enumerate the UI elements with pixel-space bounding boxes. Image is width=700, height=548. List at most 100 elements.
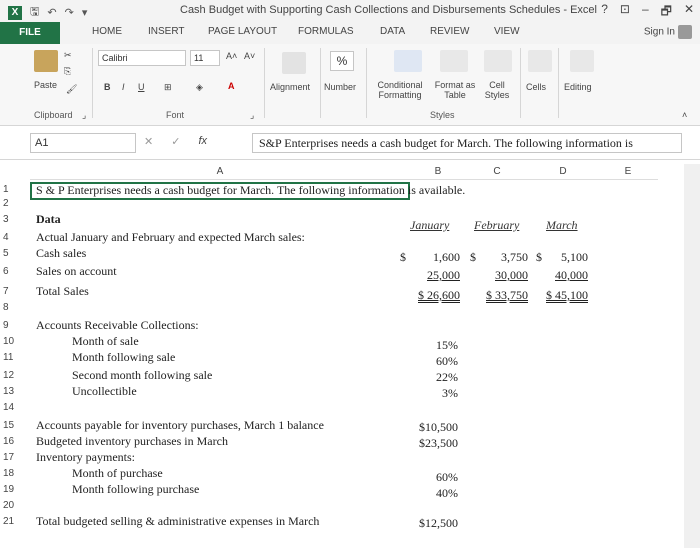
cell-styles-icon[interactable] [484, 50, 512, 72]
row-header[interactable]: 8 [0, 302, 28, 313]
cell-a21[interactable]: Total budgeted selling & administrative … [36, 514, 319, 529]
cell-c7[interactable]: $ 33,750 [468, 288, 528, 303]
column-header-d[interactable]: D [528, 164, 598, 180]
cell-c3[interactable]: February [474, 218, 519, 233]
cell-a5[interactable]: Cash sales [36, 246, 86, 261]
grow-font-button[interactable]: A˄ [226, 51, 237, 61]
cell-b5[interactable]: 1,600 [420, 250, 460, 265]
cell-b3[interactable]: January [410, 218, 449, 233]
sign-in-link[interactable]: Sign In [644, 25, 692, 39]
paste-button[interactable]: Paste [34, 80, 57, 90]
cell-a3[interactable]: Data [36, 212, 61, 227]
cell-d5[interactable]: 5,100 [548, 250, 588, 265]
minimize-button[interactable]: – [642, 2, 649, 23]
row-header[interactable]: 7 [0, 286, 28, 297]
tab-file[interactable]: FILE [0, 22, 60, 44]
enter-icon[interactable]: ✓ [171, 135, 180, 148]
row-header[interactable]: 16 [0, 436, 28, 447]
cell-b12[interactable]: 22% [420, 370, 458, 385]
row-header[interactable]: 1 [0, 184, 28, 195]
cell-a10[interactable]: Month of sale [72, 334, 139, 349]
help-button[interactable]: ? [601, 2, 608, 23]
tab-home[interactable]: HOME [92, 26, 122, 37]
name-box[interactable]: A1 [30, 133, 136, 153]
cell-d6[interactable]: 40,000 [538, 268, 588, 283]
row-header[interactable]: 21 [0, 516, 28, 527]
cell-c5[interactable]: 3,750 [486, 250, 528, 265]
cell-d3[interactable]: March [546, 218, 578, 233]
column-header-c[interactable]: C [466, 164, 528, 180]
row-header[interactable]: 3 [0, 214, 28, 225]
row-header[interactable]: 14 [0, 402, 28, 413]
conditional-formatting-icon[interactable] [394, 50, 422, 72]
spreadsheet-grid[interactable]: A B C D E 1 2 3 4 5 6 7 8 9 10 11 12 13 … [0, 160, 700, 548]
paste-icon[interactable] [34, 50, 58, 72]
close-button[interactable]: ✕ [684, 2, 694, 23]
cell-c6[interactable]: 30,000 [476, 268, 528, 283]
insert-function-icon[interactable]: fx [198, 135, 207, 148]
cell-b5-currency[interactable]: $ [400, 250, 406, 265]
cell-b19[interactable]: 40% [420, 486, 458, 501]
cell-c5-currency[interactable]: $ [470, 250, 476, 265]
fill-color-icon[interactable]: ◈ [196, 82, 203, 93]
cell-a15[interactable]: Accounts payable for inventory purchases… [36, 418, 324, 433]
row-header[interactable]: 4 [0, 232, 28, 243]
row-header[interactable]: 15 [0, 420, 28, 431]
cell-a6[interactable]: Sales on account [36, 264, 117, 279]
customize-qat-icon[interactable]: ▾ [82, 6, 88, 19]
row-header[interactable]: 17 [0, 452, 28, 463]
restore-button[interactable]: 🗗 [661, 2, 672, 23]
row-header[interactable]: 9 [0, 320, 28, 331]
font-launcher-icon[interactable]: ⌟ [250, 110, 254, 121]
save-icon[interactable]: 🖫 [30, 3, 39, 22]
row-header[interactable]: 2 [0, 198, 28, 209]
borders-icon[interactable]: ⊞ [164, 82, 172, 93]
cell-d5-currency[interactable]: $ [536, 250, 542, 265]
redo-icon[interactable]: ↷ [65, 6, 74, 19]
clipboard-launcher-icon[interactable]: ⌟ [82, 110, 86, 121]
undo-icon[interactable]: ↶ [47, 6, 56, 19]
row-header[interactable]: 20 [0, 500, 28, 511]
format-painter-icon[interactable]: 🖌 [66, 84, 77, 95]
format-as-table-icon[interactable] [440, 50, 468, 72]
cell-b7[interactable]: $ 26,600 [400, 288, 460, 303]
cell-a17[interactable]: Inventory payments: [36, 450, 135, 465]
cell-b18[interactable]: 60% [420, 470, 458, 485]
row-header[interactable]: 5 [0, 248, 28, 259]
cell-b6[interactable]: 25,000 [410, 268, 460, 283]
cell-b21[interactable]: $12,500 [408, 516, 458, 531]
row-header[interactable]: 13 [0, 386, 28, 397]
percent-icon[interactable]: % [330, 51, 354, 71]
font-size-select[interactable]: 11 [190, 50, 220, 66]
shrink-font-button[interactable]: A˅ [244, 51, 255, 61]
cell-b16[interactable]: $23,500 [408, 436, 458, 451]
row-header[interactable]: 10 [0, 336, 28, 347]
alignment-icon[interactable] [282, 52, 306, 74]
number-button[interactable]: Number [324, 82, 356, 92]
column-header-b[interactable]: B [410, 164, 466, 180]
cell-a18[interactable]: Month of purchase [72, 466, 163, 481]
tab-data[interactable]: DATA [380, 26, 405, 37]
ribbon-display-button[interactable]: ⊡ [620, 2, 630, 23]
row-header[interactable]: 19 [0, 484, 28, 495]
row-header[interactable]: 11 [0, 352, 28, 363]
cell-b11[interactable]: 60% [420, 354, 458, 369]
row-header[interactable]: 12 [0, 370, 28, 381]
editing-icon[interactable] [570, 50, 594, 72]
cell-a9[interactable]: Accounts Receivable Collections: [36, 318, 199, 333]
vertical-scrollbar[interactable] [684, 164, 700, 548]
tab-formulas[interactable]: FORMULAS [298, 26, 354, 37]
formula-input[interactable]: S&P Enterprises needs a cash budget for … [252, 133, 682, 153]
tab-review[interactable]: REVIEW [430, 26, 469, 37]
row-header[interactable]: 6 [0, 266, 28, 277]
cell-a13[interactable]: Uncollectible [72, 384, 137, 399]
tab-view[interactable]: VIEW [494, 26, 520, 37]
cell-b10[interactable]: 15% [420, 338, 458, 353]
cells-button[interactable]: Cells [526, 82, 546, 92]
italic-button[interactable]: I [122, 82, 125, 92]
cell-b13[interactable]: 3% [420, 386, 458, 401]
cell-a1[interactable]: S & P Enterprises needs a cash budget fo… [36, 183, 465, 198]
cell-a16[interactable]: Budgeted inventory purchases in March [36, 434, 228, 449]
format-as-table-button[interactable]: Format as Table [432, 80, 478, 100]
tab-insert[interactable]: INSERT [148, 26, 185, 37]
